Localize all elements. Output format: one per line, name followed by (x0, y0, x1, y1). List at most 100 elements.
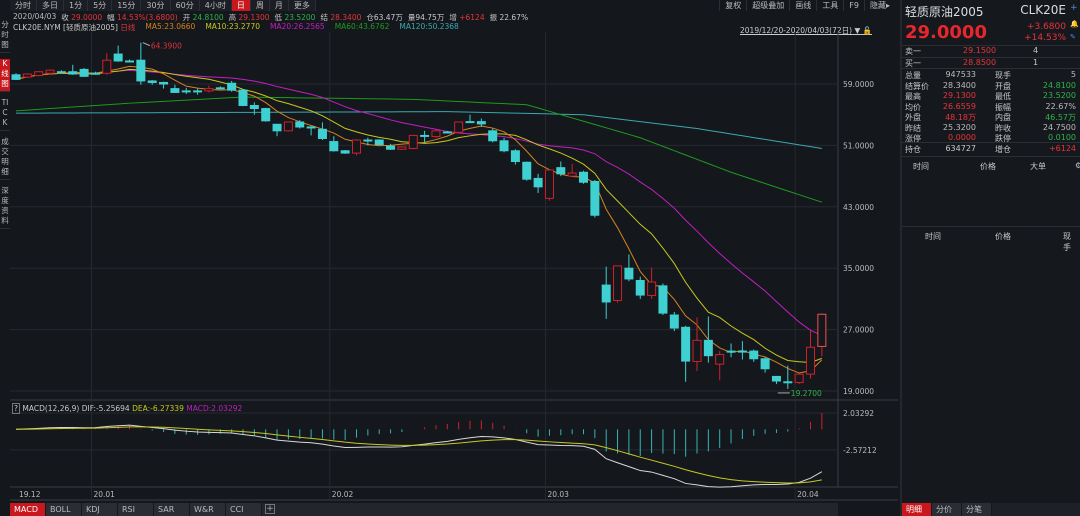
quote-row: 最高 29.1300 最低 23.5200 (905, 91, 1076, 102)
candle-body (238, 89, 248, 106)
edit-icon[interactable]: ✎ (1070, 33, 1078, 41)
detail-tab[interactable]: 明细 (902, 503, 932, 516)
candle-body (669, 314, 679, 329)
bid-vol: 1 (1033, 58, 1039, 67)
candle (306, 126, 316, 136)
detail-tab[interactable]: 分价 (932, 503, 962, 516)
detail-tab[interactable]: 分笔 (962, 503, 992, 516)
candle-body (113, 53, 123, 62)
candle (624, 254, 634, 282)
candle-body (45, 69, 55, 74)
macd-tick-label: -2.57212 (843, 446, 877, 455)
quote-value: 24.7500 (1042, 122, 1076, 132)
indicator-tab[interactable]: CCI (226, 503, 262, 516)
price-tick-label: 59.0000 (843, 80, 874, 89)
candle-body (647, 281, 657, 296)
candle-body (204, 88, 214, 92)
high-marker-arrow (142, 42, 151, 47)
candle-body (544, 169, 554, 199)
settings-icon[interactable]: ⚙ (1075, 161, 1080, 170)
candle-body (510, 150, 520, 163)
candle-body (329, 141, 339, 152)
candle (579, 170, 588, 184)
candle (340, 150, 350, 154)
quote-label: 最高 (905, 92, 921, 101)
ma10-line (15, 68, 823, 363)
quote-label: 结算价 (905, 81, 929, 91)
quote-label: 昨收 (995, 123, 1011, 133)
candle-body (806, 346, 815, 375)
candle (465, 114, 475, 124)
candle (760, 357, 770, 373)
col-time: 时间 (913, 162, 929, 171)
indicator-tab[interactable]: BOLL (46, 503, 82, 516)
bell-icon[interactable]: 🔔 (1070, 20, 1079, 28)
candle-body (386, 145, 396, 150)
oi-value: 634727 (945, 144, 976, 153)
ask-vol: 4 (1033, 46, 1039, 55)
candle-body (56, 71, 66, 74)
candle (658, 283, 668, 316)
candle-body (442, 131, 452, 134)
candle (771, 375, 781, 385)
date-tick-label: 20.01 (93, 490, 115, 499)
candle-body (431, 130, 441, 138)
quote-label: 外盘 (905, 113, 921, 122)
candle (454, 121, 464, 134)
candle-body (11, 74, 21, 80)
quote-label: 开盘 (995, 81, 1011, 91)
candle (317, 122, 327, 141)
candle-body (147, 80, 157, 83)
quote-value: 0.0100 (1048, 133, 1076, 142)
candle-body (658, 285, 668, 314)
candle-body (715, 354, 725, 365)
quote-panel: 轻质原油2005 CLK20E 29.0000 +3.6800 +14.53% … (900, 0, 1080, 516)
candle-body (783, 381, 793, 384)
candle-body (726, 350, 736, 353)
last-price: 29.0000 (905, 22, 987, 43)
candle-body (340, 150, 350, 154)
quote-row: 昨结 25.3200 昨收 24.7500 (905, 123, 1076, 134)
candle (68, 64, 78, 75)
candle-body (317, 128, 327, 139)
candle-body (465, 121, 475, 124)
quote-value: 23.5200 (1042, 91, 1076, 100)
candle (170, 84, 180, 93)
kline-chart[interactable]: 59.0000 51.0000 43.0000 35.0000 27.0000 19.00… (0, 0, 898, 502)
candle-body (159, 81, 169, 85)
quote-label: 总量 (905, 71, 921, 80)
dea-line (15, 426, 822, 484)
indicator-tab[interactable]: RSI (118, 503, 154, 516)
candle-body (420, 134, 430, 137)
indicator-tabs: MACD BOLL KDJ RSI SAR W&R CCI + (10, 503, 838, 516)
help-icon[interactable]: ? (12, 403, 20, 414)
candle-body (68, 71, 78, 75)
candle (681, 325, 691, 382)
date-tick-label: 20.04 (797, 490, 819, 499)
candle-body (249, 104, 259, 110)
indicator-tab[interactable]: KDJ (82, 503, 118, 516)
candle (556, 161, 566, 177)
candle (692, 317, 702, 372)
macd-dea: DEA:-6.27339 (132, 404, 184, 413)
macd-name: MACD(12,26,9) (22, 404, 80, 413)
candle (272, 123, 282, 137)
indicator-tab[interactable]: SAR (154, 503, 190, 516)
candle (283, 121, 293, 132)
candle (181, 87, 191, 94)
candle-body (703, 339, 713, 357)
ma20-line (15, 69, 823, 336)
quote-value: 24.8100 (1042, 80, 1076, 90)
quote-value: 5 (1070, 70, 1076, 79)
candle-body (533, 177, 543, 188)
indicator-tab[interactable]: W&R (190, 503, 226, 516)
candle-body (125, 60, 134, 63)
candle-body (193, 90, 203, 93)
quote-value: 947533 (945, 70, 976, 79)
candle-body (624, 267, 634, 280)
candle (817, 313, 827, 357)
add-indicator-button[interactable]: + (265, 504, 275, 514)
add-icon[interactable]: + (1070, 4, 1078, 13)
candle-body (408, 134, 418, 149)
indicator-tab[interactable]: MACD (10, 503, 46, 516)
